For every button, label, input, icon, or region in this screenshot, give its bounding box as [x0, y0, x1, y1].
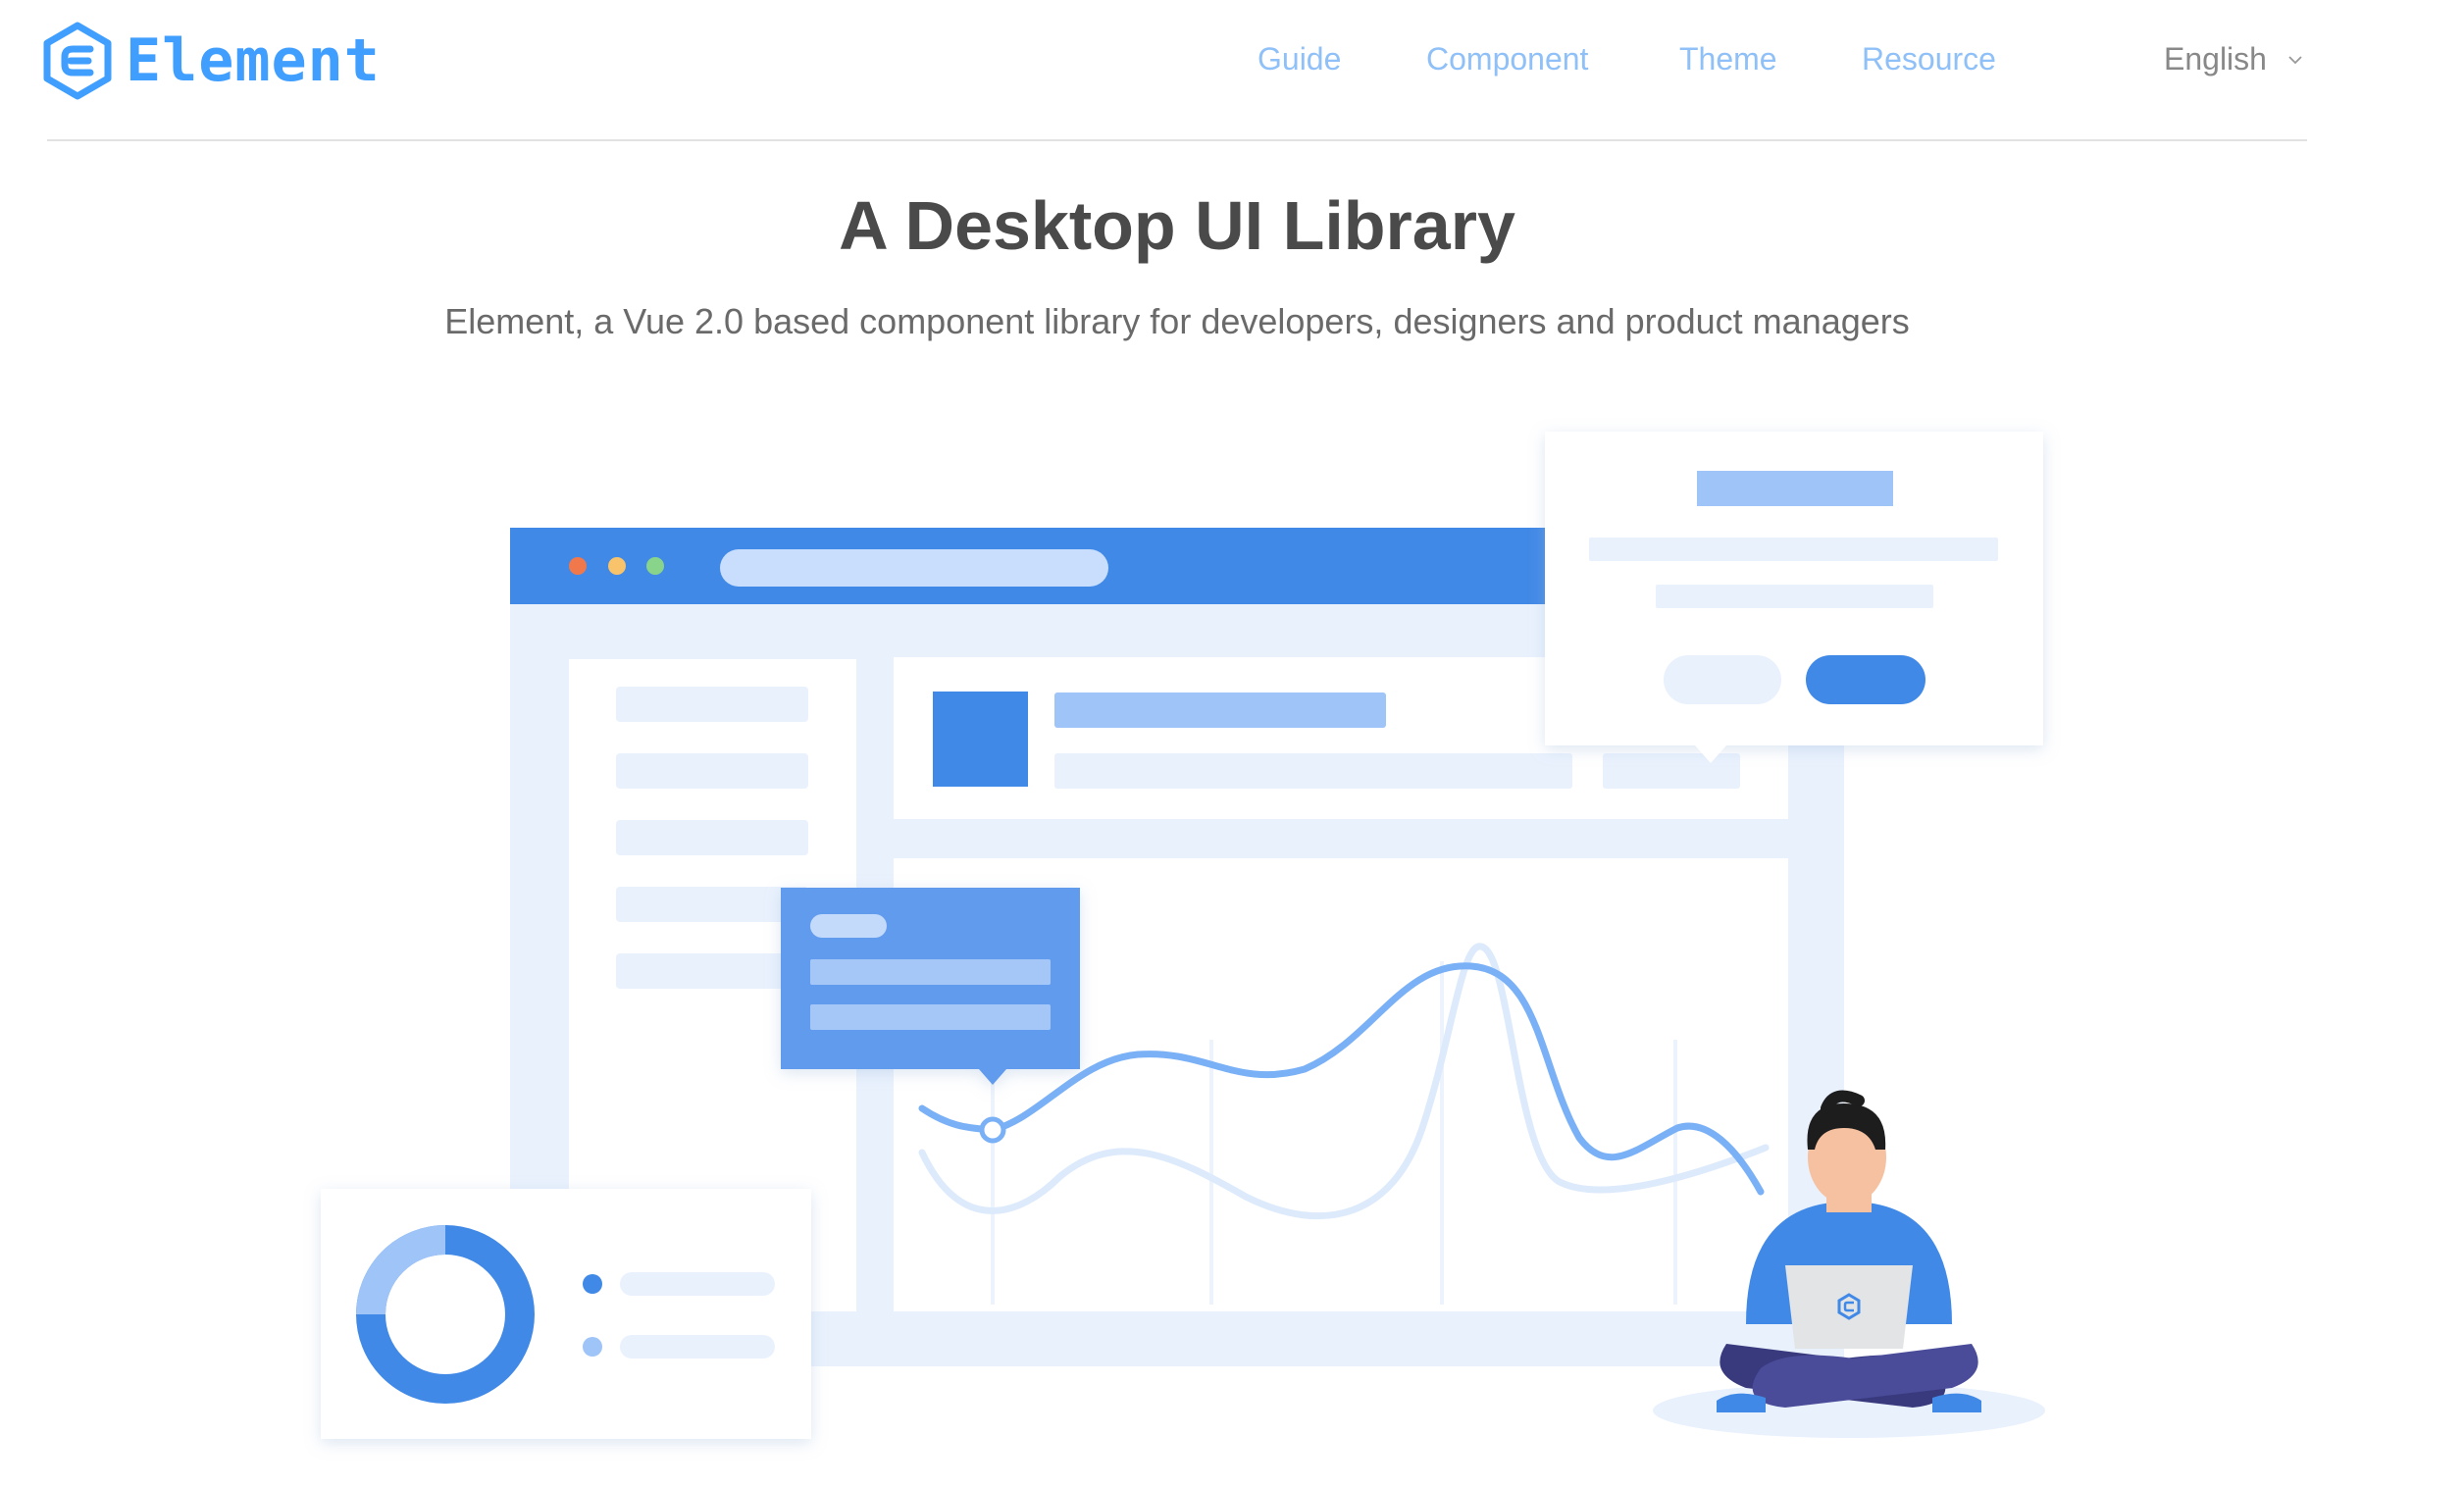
- site-header: Element Guide Component Theme Resource E…: [0, 0, 2464, 142]
- dialog-cancel-illustration: [1664, 655, 1781, 704]
- page-title: A Desktop UI Library: [839, 187, 1515, 264]
- nav-resource[interactable]: Resource: [1862, 41, 1996, 77]
- address-bar-illustration: [720, 549, 1108, 587]
- nav-component[interactable]: Component: [1426, 41, 1588, 77]
- nav-theme[interactable]: Theme: [1679, 41, 1777, 77]
- window-minimize-dot: [608, 557, 626, 575]
- chart-point-marker: [979, 1116, 1006, 1144]
- dialog-card-illustration: [1545, 432, 2043, 763]
- nav-guide[interactable]: Guide: [1258, 41, 1341, 77]
- window-close-dot: [569, 557, 587, 575]
- element-logo-icon: [43, 22, 112, 100]
- language-select[interactable]: English: [2164, 41, 2302, 77]
- brand-logo[interactable]: Element: [43, 20, 381, 102]
- window-maximize-dot: [646, 557, 664, 575]
- brand-name: Element: [126, 26, 381, 95]
- dialog-confirm-illustration: [1806, 655, 1925, 704]
- page-subtitle: Element, a Vue 2.0 based component libra…: [444, 301, 1910, 341]
- language-label: English: [2164, 41, 2267, 77]
- donut-card-illustration: [321, 1189, 811, 1439]
- header-divider: [47, 139, 2307, 141]
- chevron-down-icon: [2288, 55, 2302, 64]
